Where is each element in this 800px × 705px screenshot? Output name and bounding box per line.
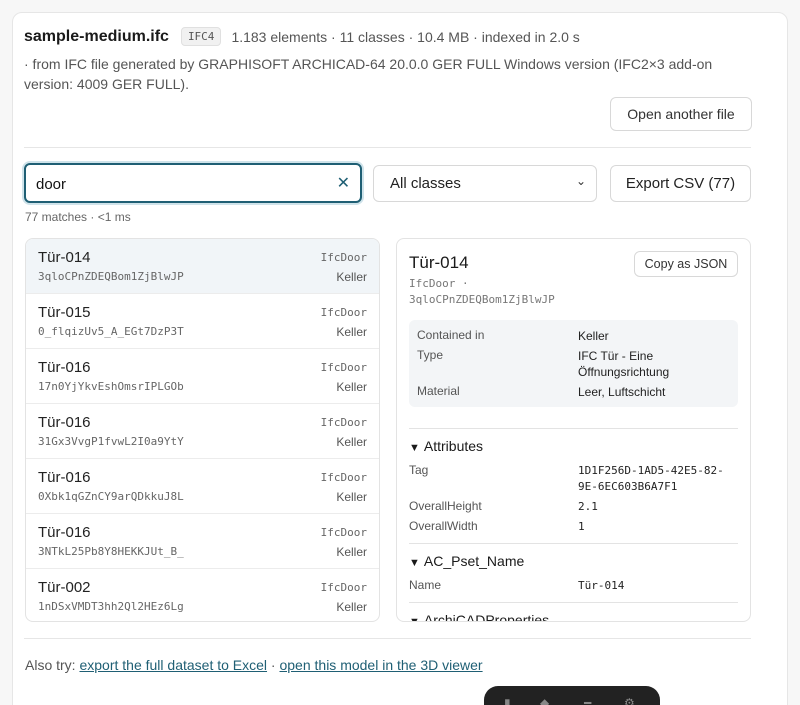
result-name: Tür-016 xyxy=(38,359,91,376)
summary-key: Type xyxy=(417,348,444,362)
detail-subtitle: IfcDoor · 3qloCPnZDEQBom1ZjBlwJP xyxy=(409,277,555,306)
result-row[interactable]: Tür-016 0Xbk1qGZnCY9arQDkkuJ8L IfcDoor K… xyxy=(26,459,379,514)
result-guid: 3qloCPnZDEQBom1ZjBlwJP xyxy=(38,270,184,283)
result-class: IfcDoor xyxy=(320,526,367,539)
section-archicad-properties[interactable]: ▼ ArchiCADProperties xyxy=(409,612,550,622)
property-value: 1 xyxy=(578,520,585,533)
result-name: Tür-014 xyxy=(38,249,91,266)
property-key: OverallHeight xyxy=(409,499,482,513)
section-label: Attributes xyxy=(423,438,484,454)
also-try: Also try: export the full dataset to Exc… xyxy=(25,657,483,673)
result-level: Keller xyxy=(336,270,367,284)
results-list: Tür-014 3qloCPnZDEQBom1ZjBlwJP IfcDoor K… xyxy=(25,238,380,622)
floating-toolbar[interactable]: ▮ ◆ ━ ⚙ xyxy=(484,686,660,705)
section-attributes[interactable]: ▼ Attributes xyxy=(409,438,483,454)
summary-key: Contained in xyxy=(417,328,485,342)
copy-json-button[interactable]: Copy as JSON xyxy=(634,251,738,277)
summary-key: Material xyxy=(417,384,460,398)
result-guid: 1nDSxVMDT3hh2Ql2HEz6Lg xyxy=(38,600,184,613)
summary-value: Leer, Luftschicht xyxy=(578,385,666,399)
gear-icon[interactable]: ⚙ xyxy=(624,696,635,705)
chevron-down-icon: ⌄ xyxy=(575,174,586,188)
export-csv-button[interactable]: Export CSV (77) xyxy=(610,165,751,202)
triangle-down-icon: ▼ xyxy=(409,442,420,454)
file-stats: 1.183 elements · 11 classes · 10.4 MB · … xyxy=(231,28,580,45)
result-name: Tür-016 xyxy=(38,524,91,541)
file-header: sample-medium.ifc IFC4 1.183 elements · … xyxy=(24,27,580,46)
link-separator: · xyxy=(270,657,276,673)
search-input[interactable] xyxy=(36,173,316,195)
result-name: Tür-016 xyxy=(38,414,91,431)
class-filter-select[interactable]: All classes ⌄ xyxy=(373,165,597,202)
export-excel-link[interactable]: export the full dataset to Excel xyxy=(79,657,267,673)
divider xyxy=(24,147,751,148)
result-name: Tür-015 xyxy=(38,304,91,321)
result-class: IfcDoor xyxy=(320,416,367,429)
property-key: Name xyxy=(409,578,442,592)
result-class: IfcDoor xyxy=(320,471,367,484)
result-guid: 17n0YjYkvEshOmsrIPLGOb xyxy=(38,380,184,393)
summary-value: Keller xyxy=(578,329,609,343)
property-value: Tür-014 xyxy=(578,579,625,592)
detail-title: Tür-014 xyxy=(409,253,469,272)
divider xyxy=(409,543,738,544)
result-row[interactable]: Tür-016 17n0YjYkvEshOmsrIPLGOb IfcDoor K… xyxy=(26,349,379,404)
class-filter-value: All classes xyxy=(390,175,461,192)
section-label: AC_Pset_Name xyxy=(423,553,525,569)
result-row[interactable]: Tür-014 3qloCPnZDEQBom1ZjBlwJP IfcDoor K… xyxy=(26,239,379,294)
file-source: · from IFC file generated by GRAPHISOFT … xyxy=(24,56,713,92)
result-row[interactable]: Tür-002 1nDSxVMDT3hh2Ql2HEz6Lg IfcDoor K… xyxy=(26,569,379,621)
result-row[interactable]: Tür-016 31Gx3VvgP1fvwL2I0a9YtY IfcDoor K… xyxy=(26,404,379,459)
schema-badge: IFC4 xyxy=(180,27,222,46)
open-3d-viewer-link[interactable]: open this model in the 3D viewer xyxy=(279,657,482,673)
divider xyxy=(409,602,738,603)
clear-icon[interactable]: ✕ xyxy=(337,173,350,193)
open-another-file-button[interactable]: Open another file xyxy=(610,97,752,131)
property-key: Tag xyxy=(409,463,429,477)
result-class: IfcDoor xyxy=(320,306,367,319)
result-level: Keller xyxy=(336,600,367,614)
result-level: Keller xyxy=(336,435,367,449)
result-level: Keller xyxy=(336,490,367,504)
result-level: Keller xyxy=(336,325,367,339)
detail-panel: Tür-014 IfcDoor · 3qloCPnZDEQBom1ZjBlwJP… xyxy=(396,238,751,622)
result-level: Keller xyxy=(336,380,367,394)
toolbar-icon[interactable]: ━ xyxy=(584,696,591,705)
summary-value: IFC Tür - Eine Öffnungsrichtung xyxy=(578,349,670,379)
result-guid: 0Xbk1qGZnCY9arQDkkuJ8L xyxy=(38,490,184,503)
also-try-label: Also try: xyxy=(25,657,76,673)
detail-summary: Contained in Keller Type IFC Tür - Eine … xyxy=(409,320,738,407)
result-row[interactable]: Tür-016 3NTkL25Pb8Y8HEKKJUt_B_ IfcDoor K… xyxy=(26,514,379,569)
section-label: ArchiCADProperties xyxy=(423,612,550,622)
result-name: Tür-016 xyxy=(38,469,91,486)
section-ac-pset-name[interactable]: ▼ AC_Pset_Name xyxy=(409,553,524,569)
triangle-down-icon: ▼ xyxy=(409,557,420,569)
divider xyxy=(24,638,751,639)
toolbar-icon[interactable]: ▮ xyxy=(504,696,511,705)
property-key: OverallWidth xyxy=(409,519,478,533)
triangle-down-icon: ▼ xyxy=(409,616,420,622)
result-class: IfcDoor xyxy=(320,251,367,264)
result-class: IfcDoor xyxy=(320,361,367,374)
divider xyxy=(409,428,738,429)
result-guid: 0_flqizUv5_A_EGt7DzP3T xyxy=(38,325,184,338)
property-value: 1D1F256D-1AD5-42E5-82-9E-6EC603B6A7F1 xyxy=(578,464,724,493)
result-row[interactable]: Tür-015 0_flqizUv5_A_EGt7DzP3T IfcDoor K… xyxy=(26,294,379,349)
result-guid: 31Gx3VvgP1fvwL2I0a9YtY xyxy=(38,435,184,448)
property-value: 2.1 xyxy=(578,500,598,513)
result-level: Keller xyxy=(336,545,367,559)
result-guid: 3NTkL25Pb8Y8HEKKJUt_B_ xyxy=(38,545,184,558)
match-count: 77 matches · <1 ms xyxy=(25,210,131,224)
search-box[interactable]: ✕ xyxy=(24,163,362,203)
file-name: sample-medium.ifc xyxy=(24,27,169,45)
result-name: Tür-002 xyxy=(38,579,91,596)
toolbar-icon[interactable]: ◆ xyxy=(540,696,549,705)
result-class: IfcDoor xyxy=(320,581,367,594)
